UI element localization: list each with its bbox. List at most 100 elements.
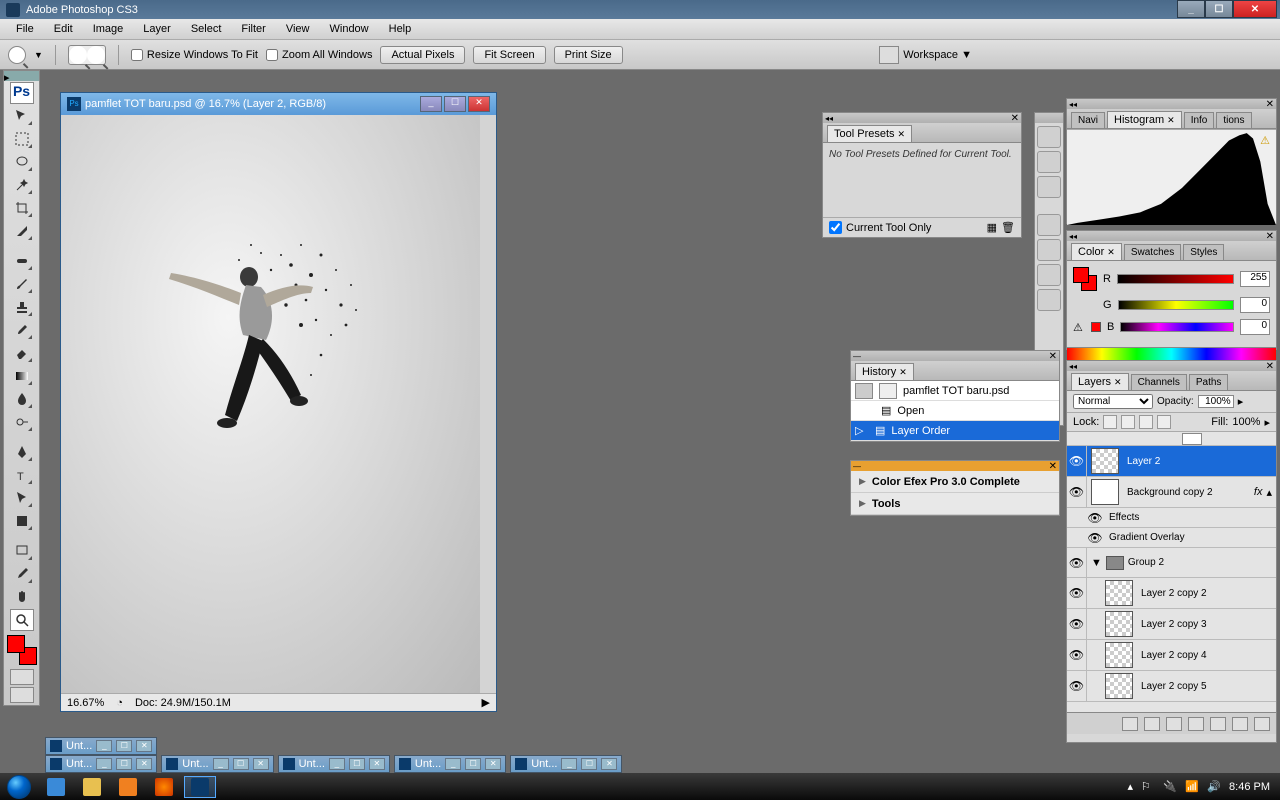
visibility-icon[interactable]: 👁 bbox=[1067, 640, 1087, 670]
taskbar-wmp-icon[interactable] bbox=[112, 776, 144, 798]
heal-tool[interactable] bbox=[10, 250, 34, 272]
tab-swatches[interactable]: Swatches bbox=[1124, 244, 1181, 260]
tray-flag-icon[interactable]: ⚐ bbox=[1141, 780, 1155, 794]
tab-history[interactable]: History✕ bbox=[855, 363, 914, 380]
doc-maximize-button[interactable]: ☐ bbox=[444, 96, 466, 112]
doctab[interactable]: Unt..._☐✕ bbox=[510, 755, 622, 773]
doc-minimize-button[interactable]: _ bbox=[420, 96, 442, 112]
taskbar-firefox-icon[interactable] bbox=[148, 776, 180, 798]
adjustment-icon[interactable] bbox=[1188, 717, 1204, 731]
dodge-tool[interactable] bbox=[10, 411, 34, 433]
gradient-tool[interactable] bbox=[10, 365, 34, 387]
menu-select[interactable]: Select bbox=[181, 20, 232, 38]
b-slider[interactable] bbox=[1120, 322, 1234, 332]
menu-view[interactable]: View bbox=[276, 20, 320, 38]
eyedropper-tool[interactable] bbox=[10, 563, 34, 585]
menu-layer[interactable]: Layer bbox=[133, 20, 181, 38]
current-tool-only-checkbox[interactable] bbox=[829, 221, 842, 234]
slice-tool[interactable] bbox=[10, 220, 34, 242]
menu-edit[interactable]: Edit bbox=[44, 20, 83, 38]
link-layers-icon[interactable] bbox=[1122, 717, 1138, 731]
doctab[interactable]: Unt..._☐✕ bbox=[45, 755, 157, 773]
taskbar-explorer-icon[interactable] bbox=[76, 776, 108, 798]
doctab[interactable]: Unt..._☐✕ bbox=[278, 755, 390, 773]
eraser-tool[interactable] bbox=[10, 342, 34, 364]
lasso-tool[interactable] bbox=[10, 151, 34, 173]
visibility-icon[interactable]: 👁 bbox=[1067, 477, 1087, 507]
tab-tool-presets[interactable]: Tool Presets✕ bbox=[827, 125, 912, 142]
workspace-dropdown[interactable]: Workspace ▼ bbox=[903, 49, 972, 61]
marquee-tool[interactable] bbox=[10, 128, 34, 150]
strip-icon[interactable] bbox=[1037, 176, 1061, 198]
color-swatch[interactable] bbox=[1073, 267, 1097, 291]
tray-clock[interactable]: 8:46 PM bbox=[1229, 781, 1270, 793]
tab-color[interactable]: Color✕ bbox=[1071, 243, 1122, 260]
minimize-button[interactable]: _ bbox=[1177, 0, 1205, 18]
tab-styles[interactable]: Styles bbox=[1183, 244, 1224, 260]
history-item[interactable]: ▷▤Layer Order bbox=[851, 421, 1059, 441]
history-snapshot[interactable]: pamflet TOT baru.psd bbox=[851, 381, 1059, 401]
layer-row[interactable]: 👁Layer 2 copy 5 bbox=[1067, 671, 1276, 702]
tab-actions[interactable]: tions bbox=[1216, 112, 1251, 128]
doctab[interactable]: Unt..._☐✕ bbox=[394, 755, 506, 773]
zoom-out-icon[interactable] bbox=[87, 46, 105, 64]
tray-network-icon[interactable]: 📶 bbox=[1185, 780, 1199, 794]
wand-tool[interactable] bbox=[10, 174, 34, 196]
document-titlebar[interactable]: Ps pamflet TOT baru.psd @ 16.7% (Layer 2… bbox=[61, 93, 496, 115]
layer-row[interactable]: 👁Layer 2 copy 2 bbox=[1067, 578, 1276, 609]
stamp-tool[interactable] bbox=[10, 296, 34, 318]
pen-tool[interactable] bbox=[10, 441, 34, 463]
menu-filter[interactable]: Filter bbox=[231, 20, 275, 38]
strip-icon[interactable] bbox=[1037, 264, 1061, 286]
tab-histogram[interactable]: Histogram✕ bbox=[1107, 111, 1182, 128]
opacity-input[interactable]: 100% bbox=[1198, 395, 1234, 408]
fg-color[interactable] bbox=[7, 635, 25, 653]
strip-icon[interactable] bbox=[1037, 239, 1061, 261]
menu-image[interactable]: Image bbox=[83, 20, 134, 38]
screenmode-toggle[interactable] bbox=[10, 687, 34, 703]
layer-effect-row[interactable]: 👁Gradient Overlay bbox=[1067, 528, 1276, 548]
close-button[interactable]: ✕ bbox=[1233, 0, 1277, 18]
blend-mode-select[interactable]: Normal bbox=[1073, 394, 1153, 409]
tab-layers[interactable]: Layers✕ bbox=[1071, 373, 1129, 390]
nik-item[interactable]: ▶Color Efex Pro 3.0 Complete bbox=[851, 471, 1059, 493]
hand-tool[interactable] bbox=[10, 586, 34, 608]
taskbar-ie-icon[interactable] bbox=[40, 776, 72, 798]
r-slider[interactable] bbox=[1117, 274, 1234, 284]
g-slider[interactable] bbox=[1118, 300, 1234, 310]
zoom-tool[interactable] bbox=[10, 609, 34, 631]
layer-row[interactable]: 👁Layer 2 copy 4 bbox=[1067, 640, 1276, 671]
tray-volume-icon[interactable]: 🔊 bbox=[1207, 780, 1221, 794]
layer-row[interactable]: 👁Background copy 2fx▴ bbox=[1067, 477, 1276, 508]
type-tool[interactable]: T bbox=[10, 464, 34, 486]
visibility-icon[interactable]: 👁 bbox=[1067, 609, 1087, 639]
menu-window[interactable]: Window bbox=[320, 20, 379, 38]
zoom-level[interactable]: 16.67% bbox=[67, 697, 104, 709]
visibility-icon[interactable]: 👁 bbox=[1067, 671, 1087, 701]
start-button[interactable] bbox=[0, 773, 38, 800]
move-tool[interactable] bbox=[10, 105, 34, 127]
lock-position-icon[interactable] bbox=[1121, 415, 1135, 429]
zoom-in-icon[interactable] bbox=[69, 46, 87, 64]
fx-icon[interactable] bbox=[1144, 717, 1160, 731]
history-item[interactable]: ▤Open bbox=[851, 401, 1059, 421]
layer-group-row[interactable]: 👁▼Group 2 bbox=[1067, 548, 1276, 578]
tab-channels[interactable]: Channels bbox=[1131, 374, 1187, 390]
workspace-icon[interactable] bbox=[879, 46, 899, 64]
visibility-icon[interactable]: 👁 bbox=[1067, 548, 1087, 577]
fill-input[interactable]: 100% bbox=[1232, 416, 1260, 428]
blur-tool[interactable] bbox=[10, 388, 34, 410]
maximize-button[interactable]: ☐ bbox=[1205, 0, 1233, 18]
doctab[interactable]: Unt..._☐✕ bbox=[161, 755, 273, 773]
crop-tool[interactable] bbox=[10, 197, 34, 219]
resize-windows-checkbox[interactable]: Resize Windows To Fit bbox=[131, 49, 258, 61]
toolbox-header[interactable]: ▸ bbox=[4, 71, 39, 81]
r-value[interactable]: 255 bbox=[1240, 271, 1270, 287]
visibility-icon[interactable]: 👁 bbox=[1067, 578, 1087, 608]
layer-effect-row[interactable]: 👁Effects bbox=[1067, 508, 1276, 528]
lock-fill-icon[interactable] bbox=[1139, 415, 1153, 429]
b-value[interactable]: 0 bbox=[1240, 319, 1270, 335]
lock-pixels-icon[interactable] bbox=[1103, 415, 1117, 429]
layer-row[interactable]: 👁Layer 2 bbox=[1067, 446, 1276, 477]
fit-screen-button[interactable]: Fit Screen bbox=[473, 46, 545, 64]
